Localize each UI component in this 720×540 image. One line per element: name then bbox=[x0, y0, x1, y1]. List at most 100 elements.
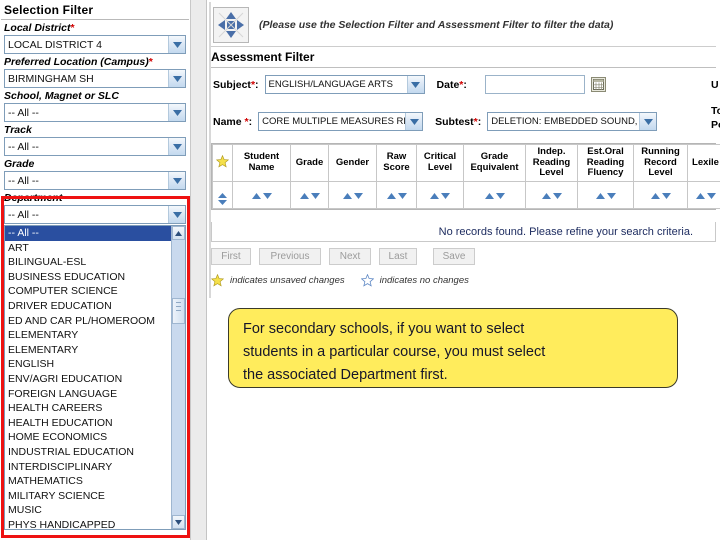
sort-updown-icon[interactable] bbox=[218, 192, 227, 205]
department-option[interactable]: INDUSTRIAL EDUCATION bbox=[5, 445, 171, 460]
first-button[interactable]: First bbox=[211, 248, 251, 265]
department-listbox-scrollbar[interactable] bbox=[171, 226, 185, 529]
department-option[interactable]: INTERDISCIPLINARY bbox=[5, 460, 171, 475]
callout-line-3: the associated Department first. bbox=[243, 367, 448, 383]
department-option[interactable]: FOREIGN LANGUAGE bbox=[5, 387, 171, 402]
department-option[interactable]: MATHEMATICS bbox=[5, 474, 171, 489]
field-department: Department -- All -- -- All -- ART BILINGU… bbox=[0, 192, 190, 530]
sort-ascending-descending-icon[interactable] bbox=[541, 192, 562, 199]
edge-label-top: U bbox=[711, 79, 719, 91]
required-marker: * bbox=[148, 56, 153, 68]
calendar-icon[interactable] bbox=[590, 77, 606, 92]
previous-button[interactable]: Previous bbox=[259, 248, 321, 265]
department-option[interactable]: DRIVER EDUCATION bbox=[5, 299, 171, 314]
chevron-down-icon[interactable] bbox=[405, 113, 423, 130]
department-option[interactable]: MUSIC bbox=[5, 503, 171, 518]
department-option[interactable]: PHYS HANDICAPPED bbox=[5, 518, 171, 529]
sort-ascending-descending-icon[interactable] bbox=[595, 192, 616, 199]
select-department[interactable]: -- All -- bbox=[4, 205, 186, 224]
select-track[interactable]: -- All -- bbox=[4, 137, 186, 156]
column-header: Gender bbox=[328, 144, 377, 182]
sort-cell[interactable] bbox=[525, 180, 578, 209]
select-track-value: -- All -- bbox=[8, 140, 39, 153]
department-option[interactable]: HEALTH CAREERS bbox=[5, 401, 171, 416]
department-option[interactable]: BUSINESS EDUCATION bbox=[5, 270, 171, 285]
sort-ascending-descending-icon[interactable] bbox=[386, 192, 407, 199]
select-preferred-location[interactable]: BIRMINGHAM SH bbox=[4, 69, 186, 88]
field-school-magnet-slc: School, Magnet or SLC -- All -- bbox=[0, 90, 190, 122]
thumb-grip bbox=[176, 306, 181, 307]
column-header: Indep. Reading Level bbox=[525, 144, 578, 182]
select-local-district[interactable]: LOCAL DISTRICT 4 bbox=[4, 35, 186, 54]
chevron-down-icon[interactable] bbox=[168, 172, 185, 189]
sort-ascending-descending-icon[interactable] bbox=[251, 192, 272, 199]
required-marker: * bbox=[244, 115, 249, 128]
sort-ascending-descending-icon[interactable] bbox=[650, 192, 671, 199]
sort-cell[interactable] bbox=[328, 180, 377, 209]
department-option[interactable]: ED AND CAR PL/HOMEROOM bbox=[5, 314, 171, 329]
chevron-down-icon[interactable] bbox=[406, 76, 424, 93]
department-option[interactable]: MILITARY SCIENCE bbox=[5, 489, 171, 504]
field-local-district: Local District* LOCAL DISTRICT 4 bbox=[0, 22, 190, 54]
scroll-down-icon[interactable] bbox=[172, 515, 185, 529]
select-subject[interactable]: ENGLISH/LANGUAGE ARTS bbox=[264, 75, 425, 94]
sort-cell[interactable] bbox=[577, 180, 634, 209]
last-button[interactable]: Last bbox=[379, 248, 417, 265]
department-option-list[interactable]: -- All -- ART BILINGUAL-ESL BUSINESS EDUCAT… bbox=[5, 226, 171, 529]
required-marker: * bbox=[70, 22, 75, 34]
column-header: Critical Level bbox=[416, 144, 464, 182]
chevron-down-icon[interactable] bbox=[168, 206, 185, 223]
department-option[interactable]: HOME ECONOMICS bbox=[5, 430, 171, 445]
required-marker: * bbox=[473, 115, 478, 128]
field-preferred-location: Preferred Location (Campus)* BIRMINGHAM … bbox=[0, 56, 190, 88]
sort-cell[interactable] bbox=[633, 180, 688, 209]
label-date: Date*: bbox=[436, 78, 467, 91]
table-header-row: Student Name Grade Gender Raw Score Critical… bbox=[212, 144, 720, 182]
scrollbar-thumb[interactable] bbox=[172, 298, 185, 324]
sort-ascending-descending-icon[interactable] bbox=[695, 192, 716, 199]
sort-ascending-descending-icon[interactable] bbox=[484, 192, 505, 199]
filter-hint-text: (Please use the Selection Filter and Ass… bbox=[259, 18, 614, 31]
chevron-down-icon[interactable] bbox=[168, 70, 185, 87]
sort-cell[interactable] bbox=[376, 180, 417, 209]
next-button[interactable]: Next bbox=[329, 248, 371, 265]
department-option[interactable]: ELEMENTARY bbox=[5, 343, 171, 358]
app-root: Selection Filter Local District* LOCAL D… bbox=[0, 0, 720, 540]
sort-ascending-descending-icon[interactable] bbox=[342, 192, 363, 199]
sort-cell[interactable] bbox=[232, 180, 291, 209]
column-header: Running Record Level bbox=[633, 144, 688, 182]
table-sort-row bbox=[212, 180, 720, 209]
department-option[interactable]: -- All -- bbox=[5, 226, 171, 241]
department-option[interactable]: HEALTH EDUCATION bbox=[5, 416, 171, 431]
label-local-district: Local District* bbox=[4, 22, 75, 34]
chevron-down-icon[interactable] bbox=[168, 104, 185, 121]
move-pan-icon[interactable] bbox=[213, 6, 249, 43]
department-option[interactable]: ELEMENTARY bbox=[5, 328, 171, 343]
save-button[interactable]: Save bbox=[433, 248, 475, 265]
sort-ascending-descending-icon[interactable] bbox=[299, 192, 320, 199]
required-marker: * bbox=[459, 78, 464, 91]
column-header: Raw Score bbox=[376, 144, 417, 182]
department-option[interactable]: ART bbox=[5, 241, 171, 256]
sort-cell[interactable] bbox=[416, 180, 464, 209]
select-grade[interactable]: -- All -- bbox=[4, 171, 186, 190]
date-input[interactable] bbox=[484, 75, 585, 94]
department-listbox[interactable]: -- All -- ART BILINGUAL-ESL BUSINESS EDUCAT… bbox=[4, 225, 186, 530]
chevron-down-icon[interactable] bbox=[639, 113, 657, 130]
department-option[interactable]: COMPUTER SCIENCE bbox=[5, 284, 171, 299]
department-option[interactable]: BILINGUAL-ESL bbox=[5, 255, 171, 270]
callout-line-1: For secondary schools, if you want to se… bbox=[243, 321, 525, 337]
select-name[interactable]: CORE MULTIPLE MEASURES READN bbox=[258, 112, 424, 131]
sort-cell[interactable] bbox=[687, 180, 720, 209]
department-option[interactable]: ENV/AGRI EDUCATION bbox=[5, 372, 171, 387]
select-school-magnet-slc[interactable]: -- All -- bbox=[4, 103, 186, 122]
sort-cell[interactable] bbox=[463, 180, 526, 209]
department-option[interactable]: ENGLISH bbox=[5, 357, 171, 372]
chevron-down-icon[interactable] bbox=[168, 36, 185, 53]
select-subtest[interactable]: DELETION: EMBEDDED SOUND, BLEN bbox=[487, 112, 658, 131]
sort-cell-star[interactable] bbox=[212, 180, 233, 209]
chevron-down-icon[interactable] bbox=[168, 138, 185, 155]
sort-ascending-descending-icon[interactable] bbox=[430, 192, 450, 199]
sort-cell[interactable] bbox=[290, 180, 329, 209]
scroll-up-icon[interactable] bbox=[172, 226, 185, 240]
